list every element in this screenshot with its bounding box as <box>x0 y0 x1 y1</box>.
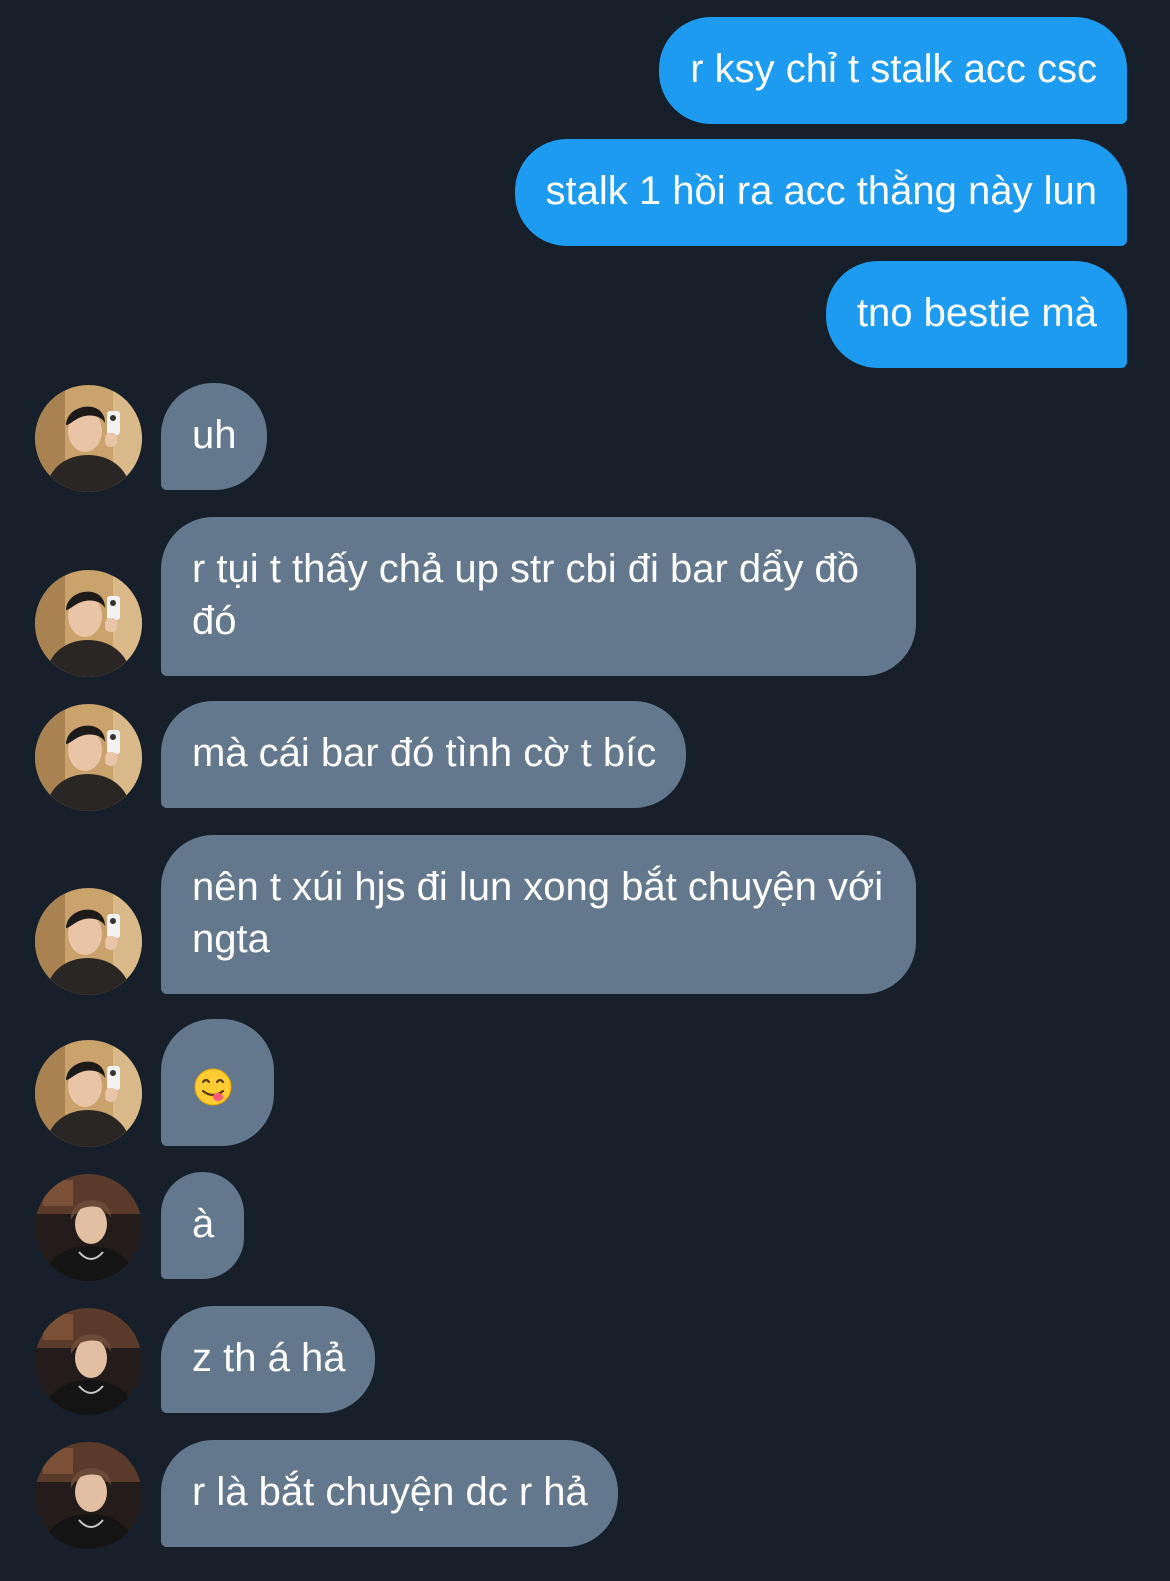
message-bubble-sent[interactable]: tno bestie mà <box>825 261 1127 368</box>
message-bubble-received[interactable] <box>161 1019 274 1146</box>
message-bubble-received[interactable]: r là bắt chuyện dc r hả <box>161 1440 618 1547</box>
message-text: r là bắt chuyện dc r hả <box>192 1470 588 1514</box>
message-bubble-sent[interactable]: stalk 1 hồi ra acc thằng này lun <box>514 139 1127 246</box>
avatar-user-a[interactable] <box>35 1040 142 1147</box>
message-text: nên t xúi hjs đi lun xong bắt chuyện với… <box>192 865 884 961</box>
message-bubble-received[interactable]: mà cái bar đó tình cờ t bíc <box>161 701 687 808</box>
face-savoring-food-emoji-icon <box>194 1068 232 1106</box>
avatar-user-b[interactable] <box>35 1308 142 1415</box>
message-text: r tụi t thấy chả up str cbi đi bar dẩy đ… <box>192 547 860 643</box>
message-text: z th á hả <box>192 1336 346 1380</box>
message-text: mà cái bar đó tình cờ t bíc <box>192 731 657 775</box>
avatar-user-b[interactable] <box>35 1442 142 1549</box>
message-bubble-received[interactable]: r tụi t thấy chả up str cbi đi bar dẩy đ… <box>161 517 916 676</box>
avatar-user-a[interactable] <box>35 570 142 677</box>
message-bubble-received[interactable]: nên t xúi hjs đi lun xong bắt chuyện với… <box>161 835 916 994</box>
message-text: à <box>192 1202 215 1246</box>
avatar-user-a[interactable] <box>35 704 142 811</box>
message-bubble-received[interactable]: uh <box>161 383 267 490</box>
avatar-user-a[interactable] <box>35 385 142 492</box>
message-text: stalk 1 hồi ra acc thằng này lun <box>545 169 1097 213</box>
avatar-user-b[interactable] <box>35 1174 142 1281</box>
avatar-user-a[interactable] <box>35 888 142 995</box>
message-bubble-received[interactable]: à <box>161 1172 245 1279</box>
message-text: uh <box>192 413 237 457</box>
message-text: r ksy chỉ t stalk acc csc <box>690 47 1097 91</box>
message-bubble-sent[interactable]: r ksy chỉ t stalk acc csc <box>659 17 1127 124</box>
message-text: tno bestie mà <box>856 291 1097 335</box>
message-bubble-received[interactable]: z th á hả <box>161 1306 376 1413</box>
